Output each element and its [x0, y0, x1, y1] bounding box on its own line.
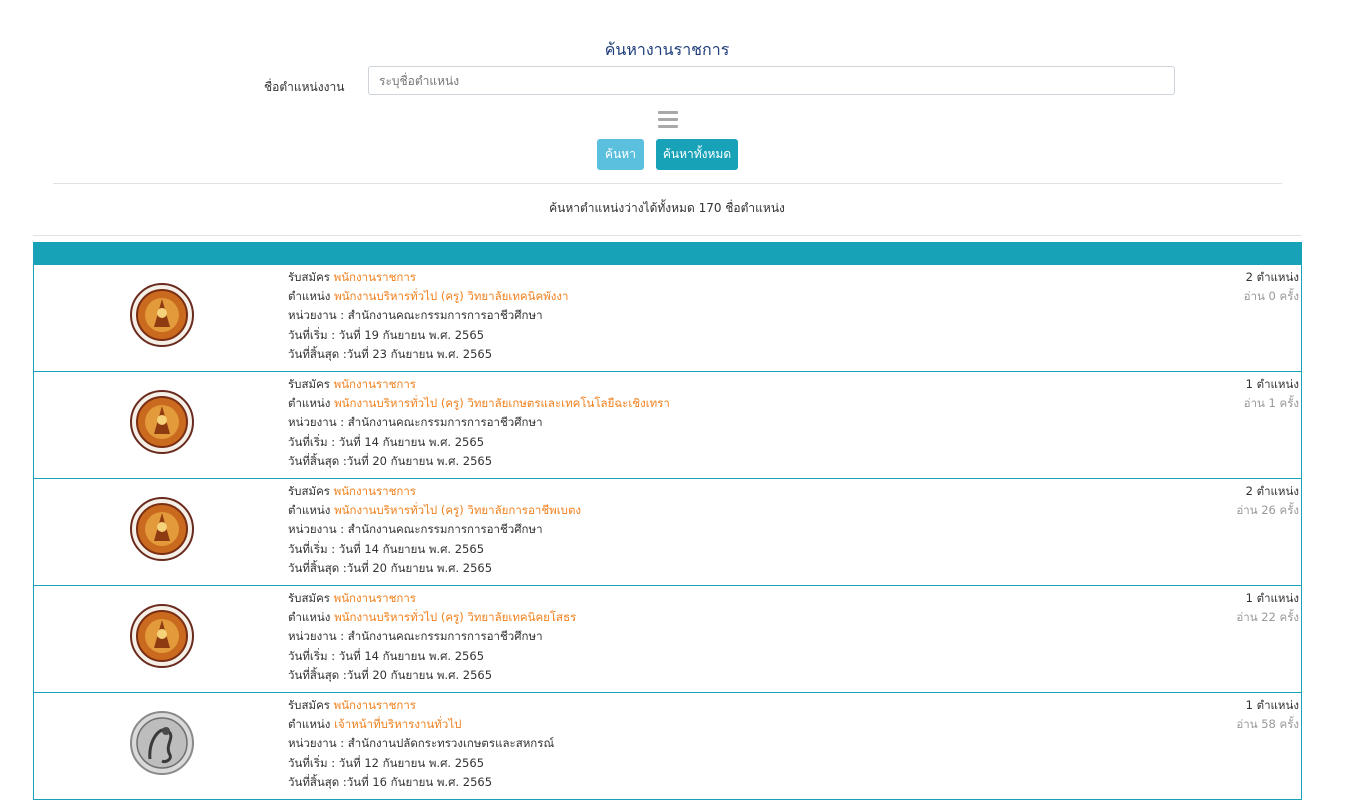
position-line: ตำแหน่ง พนักงานบริหารทั่วไป (ครู) วิทยาล… [288, 287, 568, 306]
position-label: ตำแหน่ง [288, 717, 331, 732]
position-line: ตำแหน่ง พนักงานบริหารทั่วไป (ครู) วิทยาล… [288, 501, 581, 520]
position-line: ตำแหน่ง พนักงานบริหารทั่วไป (ครู) วิทยาล… [288, 394, 670, 413]
end-date: วันที่สิ้นสุด :วันที่ 20 กันยายน พ.ศ. 25… [288, 667, 493, 682]
position-line: ตำแหน่ง พนักงานบริหารทั่วไป (ครู) วิทยาล… [288, 608, 576, 627]
apply-type[interactable]: พนักงานราชการ [334, 591, 416, 605]
apply-type[interactable]: พนักงานราชการ [334, 698, 416, 712]
position-count: 1 ตำแหน่ง [1245, 698, 1299, 712]
position-label: ตำแหน่ง [288, 396, 331, 411]
position-link[interactable]: พนักงานบริหารทั่วไป (ครู) วิทยาลัยเทคนิค… [334, 289, 568, 303]
divider [33, 235, 1302, 236]
position-link[interactable]: พนักงานบริหารทั่วไป (ครู) วิทยาลัยการอาช… [334, 503, 581, 517]
apply-type[interactable]: พนักงานราชการ [334, 377, 416, 391]
position-label: ตำแหน่ง [288, 289, 331, 304]
menu-icon[interactable] [658, 111, 678, 129]
apply-line: รับสมัคร พนักงานราชการ [288, 696, 554, 715]
apply-type[interactable]: พนักงานราชการ [334, 484, 416, 498]
read-count: อ่าน 26 ครั้ง [1236, 503, 1299, 518]
job-row[interactable]: รับสมัคร พนักงานราชการ ตำแหน่ง พนักงานบร… [33, 479, 1302, 586]
start-date: วันที่เริ่ม : วันที่ 14 กันยายน พ.ศ. 256… [288, 541, 485, 556]
result-summary: ค้นหาตำแหน่งว่างได้ทั้งหมด 170 ชื่อตำแหน… [549, 201, 785, 215]
read-count: อ่าน 58 ครั้ง [1236, 717, 1299, 732]
search-all-button[interactable]: ค้นหาทั้งหมด [656, 139, 738, 170]
apply-label: รับสมัคร [288, 377, 330, 391]
page-title: ค้นหางานราชการ [604, 40, 730, 59]
read-count: อ่าน 22 ครั้ง [1236, 610, 1299, 625]
position-count: 2 ตำแหน่ง [1245, 270, 1299, 284]
position-count: 1 ตำแหน่ง [1245, 377, 1299, 391]
job-row[interactable]: รับสมัคร พนักงานราชการ ตำแหน่ง พนักงานบร… [33, 265, 1302, 372]
position-label: ตำแหน่ง [288, 503, 331, 518]
end-date: วันที่สิ้นสุด :วันที่ 20 กันยายน พ.ศ. 25… [288, 560, 493, 575]
end-date: วันที่สิ้นสุด :วันที่ 20 กันยายน พ.ศ. 25… [288, 453, 493, 468]
position-label: ตำแหน่ง [288, 610, 331, 625]
agency: หน่วยงาน : สำนักงานคณะกรรมการการอาชีวศึก… [288, 522, 543, 537]
apply-line: รับสมัคร พนักงานราชการ [288, 268, 568, 287]
job-row[interactable]: รับสมัคร พนักงานราชการ ตำแหน่ง พนักงานบร… [33, 372, 1302, 479]
start-date: วันที่เริ่ม : วันที่ 14 กันยายน พ.ศ. 256… [288, 434, 485, 449]
start-date: วันที่เริ่ม : วันที่ 14 กันยายน พ.ศ. 256… [288, 648, 485, 663]
position-link[interactable]: พนักงานบริหารทั่วไป (ครู) วิทยาลัยเกษตรแ… [334, 396, 670, 410]
position-link[interactable]: เจ้าหน้าที่บริหารงานทั่วไป [334, 717, 461, 731]
position-name-label: ชื่อตำแหน่งงาน [264, 80, 345, 94]
position-count: 2 ตำแหน่ง [1245, 484, 1299, 498]
results-table-header [33, 242, 1302, 265]
agriculture-ministry-seal-icon [130, 711, 194, 775]
position-search-input[interactable] [368, 66, 1175, 95]
vocational-education-seal-icon [130, 497, 194, 561]
read-count: อ่าน 1 ครั้ง [1243, 396, 1299, 411]
start-date: วันที่เริ่ม : วันที่ 12 กันยายน พ.ศ. 256… [288, 755, 485, 770]
agency: หน่วยงาน : สำนักงานปลัดกระทรวงเกษตรและสห… [288, 736, 555, 751]
apply-label: รับสมัคร [288, 484, 330, 498]
apply-type[interactable]: พนักงานราชการ [334, 270, 416, 284]
agency: หน่วยงาน : สำนักงานคณะกรรมการการอาชีวศึก… [288, 415, 543, 430]
position-line: ตำแหน่ง เจ้าหน้าที่บริหารงานทั่วไป [288, 715, 554, 734]
apply-line: รับสมัคร พนักงานราชการ [288, 375, 670, 394]
job-list: รับสมัคร พนักงานราชการ ตำแหน่ง พนักงานบร… [33, 265, 1302, 800]
start-date: วันที่เริ่ม : วันที่ 19 กันยายน พ.ศ. 256… [288, 327, 485, 342]
divider [53, 183, 1282, 184]
agency: หน่วยงาน : สำนักงานคณะกรรมการการอาชีวศึก… [288, 629, 543, 644]
vocational-education-seal-icon [130, 283, 194, 347]
vocational-education-seal-icon [130, 604, 194, 668]
end-date: วันที่สิ้นสุด :วันที่ 16 กันยายน พ.ศ. 25… [288, 774, 493, 789]
position-link[interactable]: พนักงานบริหารทั่วไป (ครู) วิทยาลัยเทคนิค… [334, 610, 576, 624]
apply-label: รับสมัคร [288, 270, 330, 284]
search-button[interactable]: ค้นหา [597, 139, 644, 170]
apply-line: รับสมัคร พนักงานราชการ [288, 482, 581, 501]
apply-label: รับสมัคร [288, 591, 330, 605]
apply-label: รับสมัคร [288, 698, 330, 712]
read-count: อ่าน 0 ครั้ง [1243, 289, 1299, 304]
apply-line: รับสมัคร พนักงานราชการ [288, 589, 576, 608]
vocational-education-seal-icon [130, 390, 194, 454]
job-row[interactable]: รับสมัคร พนักงานราชการ ตำแหน่ง พนักงานบร… [33, 586, 1302, 693]
position-count: 1 ตำแหน่ง [1245, 591, 1299, 605]
end-date: วันที่สิ้นสุด :วันที่ 23 กันยายน พ.ศ. 25… [288, 346, 493, 361]
job-row[interactable]: รับสมัคร พนักงานราชการ ตำแหน่ง เจ้าหน้าท… [33, 693, 1302, 800]
agency: หน่วยงาน : สำนักงานคณะกรรมการการอาชีวศึก… [288, 308, 543, 323]
